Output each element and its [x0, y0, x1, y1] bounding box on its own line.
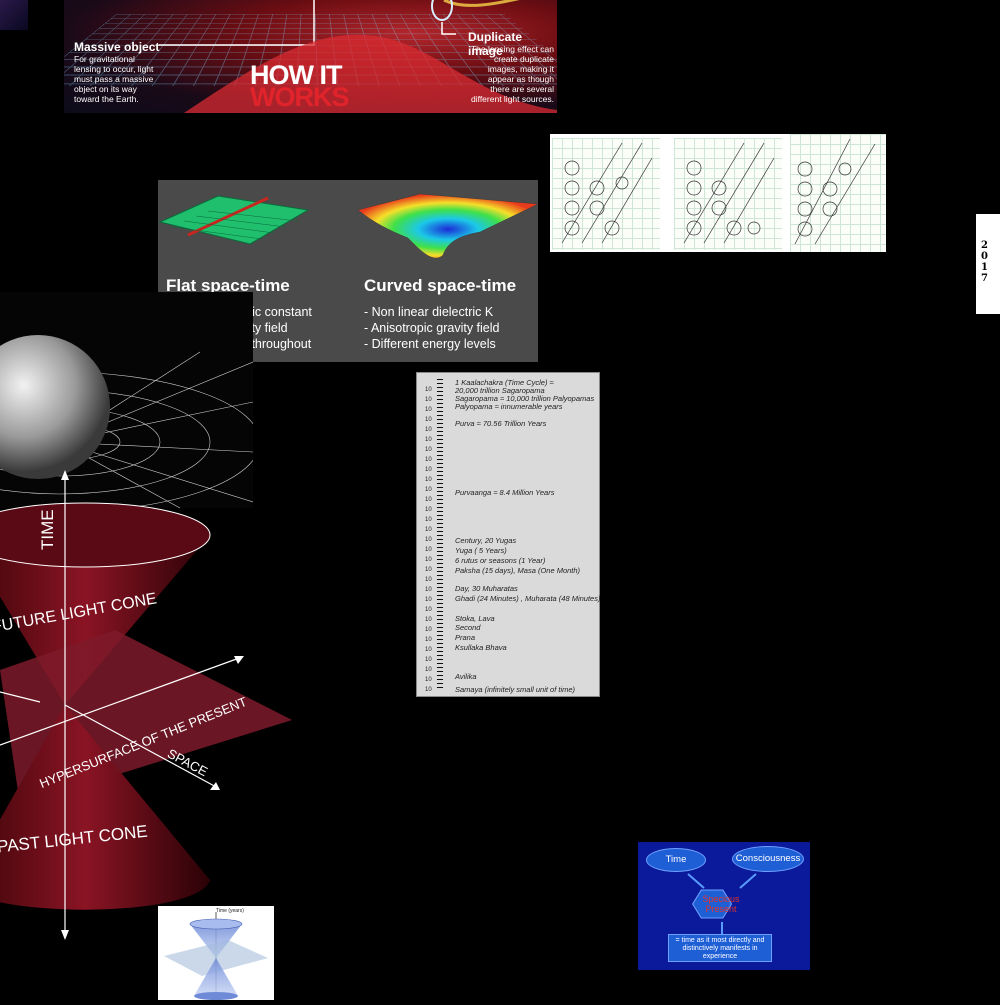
specious-definition-box: = time as it most directly and distincti… [668, 934, 772, 962]
axis-tick-label: 10 [425, 387, 432, 393]
axis-tick-label: 10 [425, 457, 432, 463]
timeline-entry: Ksullaka Bhava [455, 643, 507, 652]
specious-present-label: Specious Present [702, 894, 740, 914]
axis-tick-label: 10 [425, 677, 432, 683]
spacetime-surfaces [158, 193, 538, 259]
axis-tick-label: 10 [425, 637, 432, 643]
timeline-entry: 6 rutus or seasons (1 Year) [455, 556, 546, 565]
axis-tick-label: 10 [425, 607, 432, 613]
curved-title: Curved space-time [364, 276, 517, 295]
axis-tick-label: 10 [425, 547, 432, 553]
calendar-strip-fragment[interactable]: 2017 [976, 214, 1000, 314]
axis-tick-label: 10 [425, 567, 432, 573]
axis-tick-label: 10 [425, 467, 432, 473]
year-label: 2017 [981, 240, 988, 284]
axis-tick-label: 10 [425, 667, 432, 673]
timeline-entry: Second [455, 623, 481, 632]
axis-tick-label: 10 [425, 557, 432, 563]
sketch-panel-2 [674, 138, 782, 250]
sketch-panel-3 [790, 134, 886, 252]
timeline-entry: Paksha (15 days), Masa (One Month) [455, 566, 581, 575]
axis-tick-label: 10 [425, 657, 432, 663]
axis-tick-label: 10 [425, 647, 432, 653]
axis-tick-label: 10 [425, 417, 432, 423]
how-it-works-logo: HOW IT WORKS [250, 60, 349, 112]
axis-tick-label: 10 [425, 497, 432, 503]
axis-tick-label: 10 [425, 617, 432, 623]
axis-tick-label: 10 [425, 627, 432, 633]
light-cone-diagram[interactable]: TIME FUTURE LIGHT CONE HYPERSURFACE OF T… [0, 470, 300, 940]
massive-object-title: Massive object [74, 40, 160, 54]
time-label: TIME [38, 509, 57, 550]
timeline-entry: Avilika [455, 672, 477, 681]
axis-tick-label: 10 [425, 397, 432, 403]
axis-tick-label: 10 [425, 407, 432, 413]
timeline-entry: Day, 30 Muharatas [455, 584, 518, 593]
timeline-entry: Samaya (infinitely small unit of time) [455, 685, 576, 694]
timeline-entry: Prana [455, 633, 476, 642]
time-years-label: Time (years) [216, 908, 244, 914]
timeline-entry: Purva ≈ 70.56 Trillion Years [455, 419, 547, 428]
light-cone-sketches[interactable] [550, 134, 886, 252]
axis-tick-label: 10 [425, 437, 432, 443]
curved-list: - Non linear dielectric K - Anisotropic … [364, 305, 500, 351]
specious-present-diagram[interactable]: Time Consciousness Specious Present = ti… [638, 842, 810, 970]
axis-tick-label: 10 [425, 517, 432, 523]
axis-tick-label: 10 [425, 447, 432, 453]
timeline-entry: Stoka, Lava [455, 614, 495, 623]
axis-tick-label: 10 [425, 587, 432, 593]
axis-tick-label: 10 [425, 537, 432, 543]
axis-tick-label: 10 [425, 507, 432, 513]
axis-tick-label: 10 [425, 597, 432, 603]
corner-image-fragment [0, 0, 28, 30]
duplicate-image-text: The lensing effect can create duplicate … [470, 44, 554, 104]
small-light-cone-image[interactable]: Time (years) [158, 906, 274, 1000]
time-scale-ruler [437, 379, 443, 691]
timeline-entry: Yuga ( 5 Years) [455, 546, 507, 555]
timeline-entry: Ghadi (24 Minutes) , Muharata (48 Minute… [455, 594, 601, 603]
timeline-entry: Century, 20 Yugas [455, 536, 517, 545]
timeline-entry: Palyopama ≈ innumerable years [455, 402, 563, 411]
axis-tick-label: 10 [425, 477, 432, 483]
axis-tick-label: 10 [425, 577, 432, 583]
massive-object-text: For gravitational lensing to occur, ligh… [74, 54, 154, 104]
small-cone-graphic [164, 912, 268, 1000]
timeline-entry: Purvaanga ≈ 8.4 Million Years [455, 488, 555, 497]
sketch-panel-1 [552, 138, 660, 250]
axis-tick-label: 10 [425, 487, 432, 493]
axis-tick-label: 10 [425, 687, 432, 693]
axis-tick-label: 10 [425, 527, 432, 533]
time-scale-chart[interactable]: 10 10 10 10 10 10 10 10 10 10 10 10 10 10 10 10 10 10 10 10… [416, 372, 600, 697]
how-it-works-image[interactable]: Massive object For gravitational lensing… [64, 0, 557, 113]
axis-tick-label: 10 [425, 427, 432, 433]
